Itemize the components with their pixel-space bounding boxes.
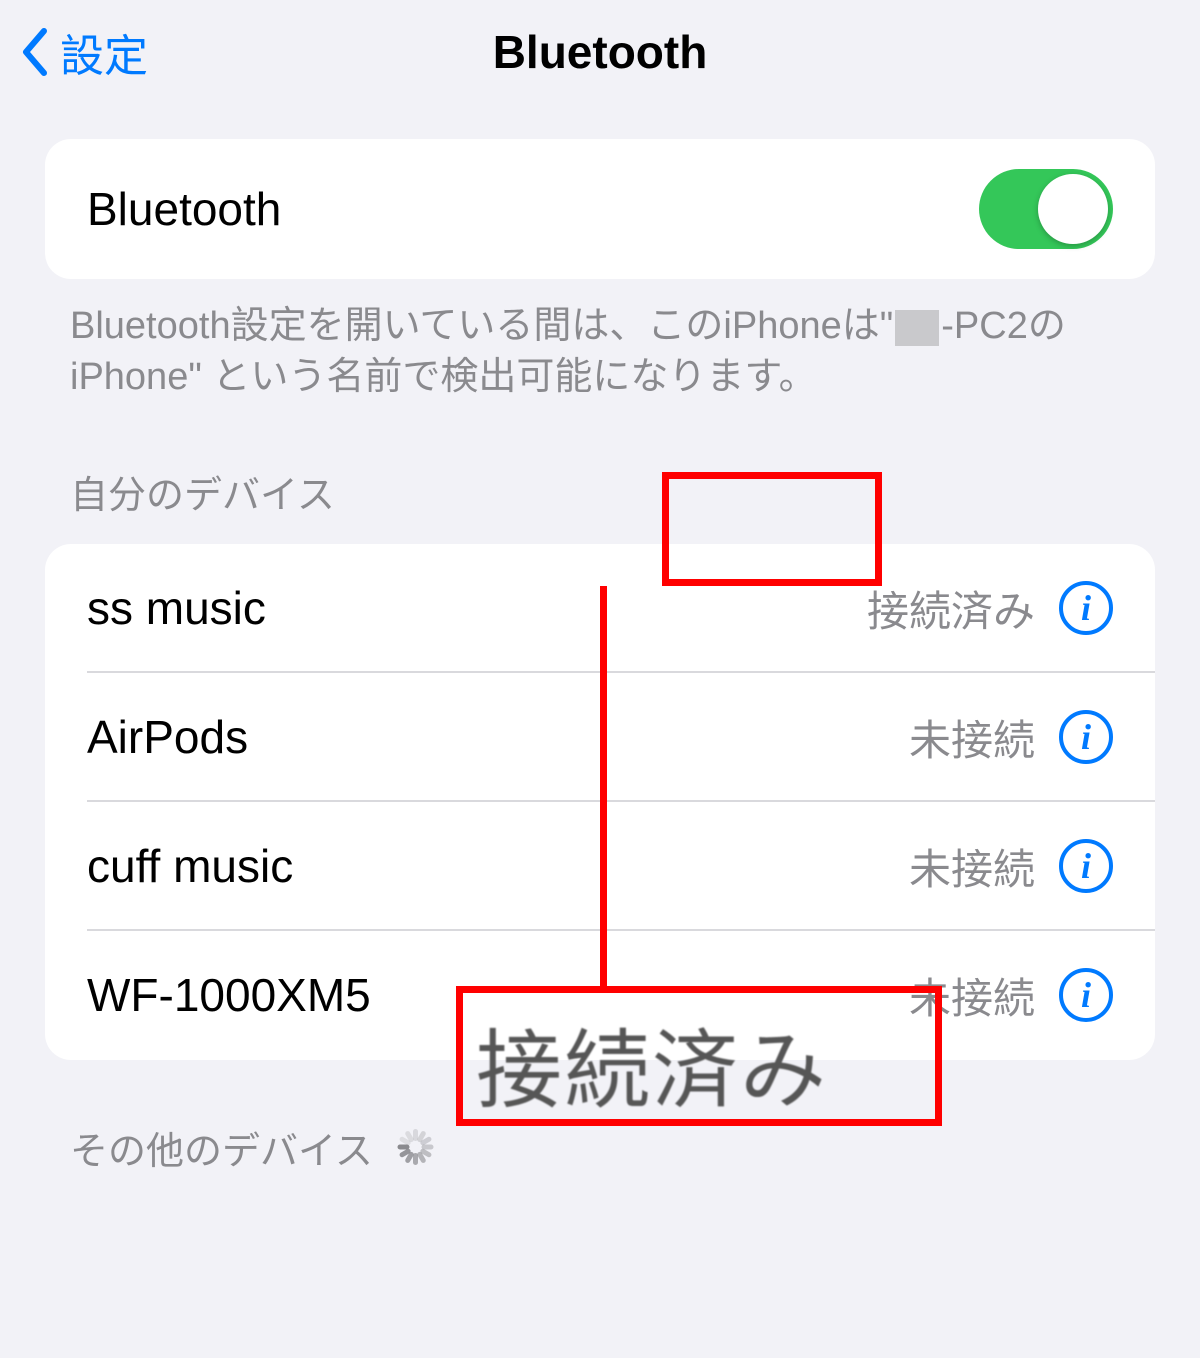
chevron-left-icon [20, 27, 50, 77]
my-devices-header: 自分のデバイス [70, 464, 1130, 519]
toggle-knob [1038, 174, 1108, 244]
my-devices-list: ss music 接続済み AirPods 未接続 cuff music 未接続… [45, 544, 1155, 1060]
bluetooth-toggle[interactable] [979, 169, 1113, 249]
info-icon[interactable] [1059, 581, 1113, 635]
discoverability-note: Bluetooth設定を開いている間は、このiPhoneは"-PC2のiPhon… [70, 301, 1130, 404]
info-icon[interactable] [1059, 839, 1113, 893]
page-title: Bluetooth [493, 25, 708, 79]
device-row[interactable]: cuff music 未接続 [45, 802, 1155, 931]
device-name: ss music [87, 581, 266, 635]
device-status: 未接続 [909, 836, 1035, 897]
device-row[interactable]: ss music 接続済み [45, 544, 1155, 673]
device-name: cuff music [87, 839, 293, 893]
bluetooth-toggle-label: Bluetooth [87, 182, 281, 236]
bluetooth-toggle-card: Bluetooth [45, 139, 1155, 279]
loading-spinner-icon [391, 1125, 435, 1169]
device-status: 接続済み [867, 578, 1035, 639]
annotation-callout-text: 接続済み [476, 1000, 828, 1125]
redacted-device-name [895, 310, 939, 346]
device-row[interactable]: AirPods 未接続 [45, 673, 1155, 802]
back-label: 設定 [60, 20, 148, 84]
back-button[interactable]: 設定 [20, 20, 148, 84]
device-name: WF-1000XM5 [87, 968, 371, 1022]
device-status: 未接続 [909, 707, 1035, 768]
info-icon[interactable] [1059, 710, 1113, 764]
other-devices-header: その他のデバイス [70, 1120, 373, 1175]
device-name: AirPods [87, 710, 248, 764]
info-icon[interactable] [1059, 968, 1113, 1022]
device-status: 未接続 [909, 965, 1035, 1026]
